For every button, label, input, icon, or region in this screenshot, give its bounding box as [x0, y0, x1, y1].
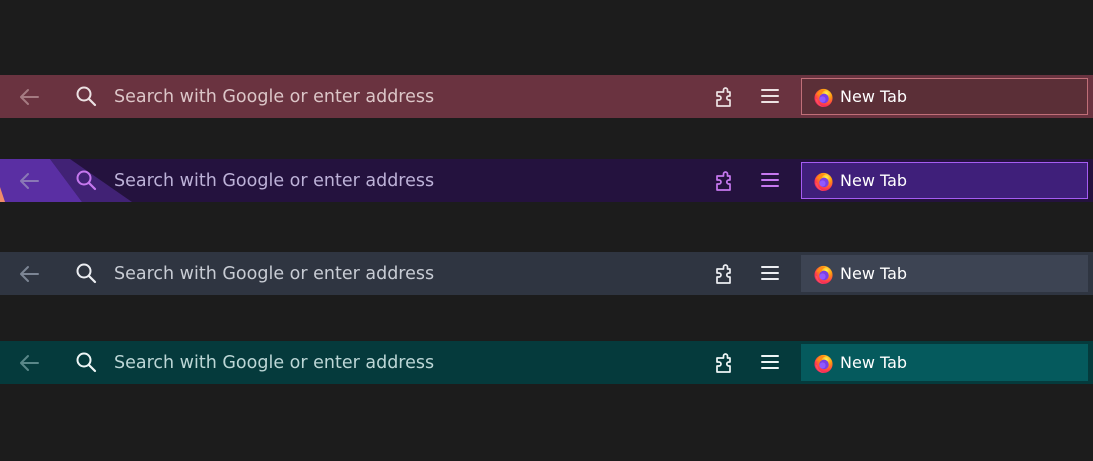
hamburger-menu-icon[interactable]	[759, 85, 781, 107]
tab-new-tab[interactable]: New Tab	[801, 78, 1088, 115]
browser-toolbar: Search with Google or enter address New …	[0, 341, 1093, 384]
firefox-logo-icon	[814, 265, 833, 285]
extensions-icon[interactable]	[713, 351, 737, 375]
tab-title: New Tab	[840, 264, 908, 283]
browser-toolbar: Search with Google or enter address New …	[0, 75, 1093, 118]
url-bar-placeholder[interactable]: Search with Google or enter address	[114, 341, 434, 384]
back-arrow-icon[interactable]	[17, 171, 41, 191]
firefox-logo-icon	[814, 172, 833, 192]
url-bar-placeholder[interactable]: Search with Google or enter address	[114, 75, 434, 118]
tab-new-tab[interactable]: New Tab	[801, 344, 1088, 381]
tab-title: New Tab	[840, 87, 908, 106]
browser-toolbar: Search with Google or enter address New …	[0, 159, 1093, 202]
tab-new-tab[interactable]: New Tab	[801, 162, 1088, 199]
search-icon	[76, 86, 97, 107]
firefox-logo-icon	[814, 354, 833, 374]
extensions-icon[interactable]	[713, 169, 737, 193]
tab-title: New Tab	[840, 171, 908, 190]
hamburger-menu-icon[interactable]	[759, 169, 781, 191]
back-arrow-icon[interactable]	[17, 353, 41, 373]
hamburger-menu-icon[interactable]	[759, 351, 781, 373]
extensions-icon[interactable]	[713, 262, 737, 286]
back-arrow-icon[interactable]	[17, 87, 41, 107]
back-arrow-icon[interactable]	[17, 264, 41, 284]
search-icon	[76, 170, 97, 191]
extensions-icon[interactable]	[713, 85, 737, 109]
tab-new-tab[interactable]: New Tab	[801, 255, 1088, 292]
url-bar-placeholder[interactable]: Search with Google or enter address	[114, 159, 434, 202]
browser-toolbar: Search with Google or enter address New …	[0, 252, 1093, 295]
firefox-logo-icon	[814, 88, 833, 108]
search-icon	[76, 263, 97, 284]
url-bar-placeholder[interactable]: Search with Google or enter address	[114, 252, 434, 295]
tab-title: New Tab	[840, 353, 908, 372]
hamburger-menu-icon[interactable]	[759, 262, 781, 284]
search-icon	[76, 352, 97, 373]
